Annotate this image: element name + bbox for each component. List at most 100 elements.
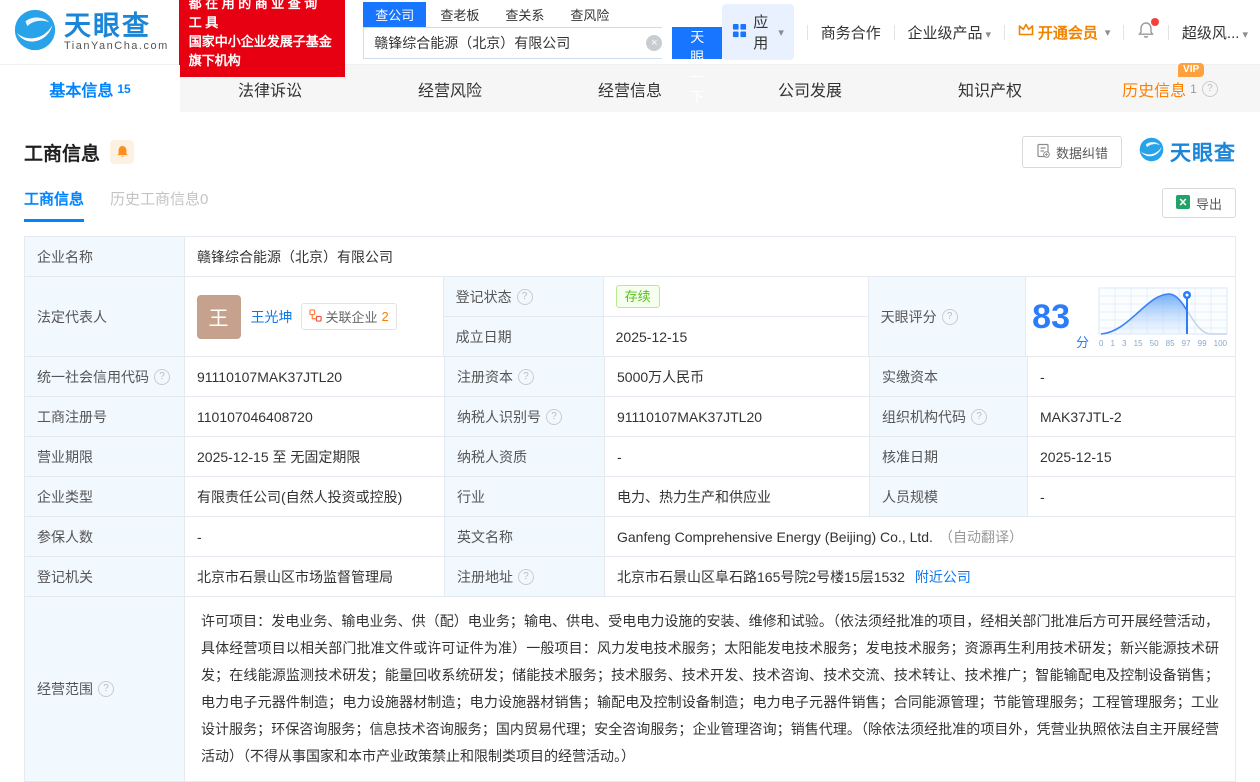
tab-label: 基本信息 [49, 77, 113, 101]
export-button[interactable]: 导出 [1162, 188, 1236, 218]
insured-count-value: - [185, 517, 445, 557]
data-correction-button[interactable]: 数据纠错 [1022, 136, 1122, 168]
nav-open-vip[interactable]: 开通会员 [1018, 22, 1111, 43]
help-icon[interactable] [518, 369, 534, 385]
divider [894, 25, 895, 40]
score-label-cell: 天眼评分 [869, 277, 1027, 357]
related-company-icon [309, 309, 322, 325]
legal-rep-name-link[interactable]: 王光坤 [251, 307, 293, 327]
nav-enterprise-products[interactable]: 企业级产品 [907, 22, 991, 43]
avatar[interactable]: 王 [197, 295, 241, 339]
table-row: 营业期限 2025-12-15 至 无固定期限 纳税人资质 - 核准日期 202… [25, 437, 1236, 477]
logo-domain: TianYanCha.com [64, 40, 169, 52]
legal-rep-cell: 王 王光坤 关联企业 2 [185, 277, 444, 357]
search-tab-company[interactable]: 查公司 [363, 2, 426, 27]
logo-title: 天眼查 [64, 12, 169, 40]
help-icon[interactable] [942, 309, 958, 325]
notification-dot [1151, 18, 1159, 26]
help-icon[interactable] [546, 409, 562, 425]
tab-label: 历史信息 [1122, 77, 1186, 101]
brand-title: 天眼查 [1170, 137, 1236, 167]
tab-operating-info[interactable]: 经营信息 [540, 65, 720, 112]
taxpayer-quality-value: - [605, 437, 870, 477]
org-code-label: 组织机构代码 [882, 407, 966, 427]
score-distribution-chart: 0 1 3 15 50 85 97 99 100 [1097, 286, 1229, 348]
tab-label: 公司发展 [778, 77, 842, 101]
english-name-value: Ganfeng Comprehensive Energy (Beijing) C… [617, 529, 933, 545]
tianyancha-logo[interactable]: 天眼查 TianYanCha.com [12, 7, 169, 58]
reg-status-label: 登记状态 [456, 287, 512, 307]
subtab-business-info[interactable]: 工商信息 [24, 188, 84, 222]
search-tab-risk[interactable]: 查风险 [558, 2, 621, 27]
help-icon[interactable] [1202, 81, 1218, 97]
help-icon[interactable] [98, 681, 114, 697]
nav-cooperation[interactable]: 商务合作 [821, 22, 881, 43]
help-icon[interactable] [518, 569, 534, 585]
status-badge: 存续 [616, 285, 660, 308]
related-label: 关联企业 [326, 307, 378, 326]
search-tab-boss[interactable]: 查老板 [428, 2, 491, 27]
auto-translate-note: （自动翻译） [939, 527, 1023, 547]
help-icon[interactable] [517, 289, 533, 305]
help-icon[interactable] [971, 409, 987, 425]
tab-label: 经营信息 [598, 77, 662, 101]
help-icon[interactable] [154, 369, 170, 385]
est-date-value: 2025-12-15 [604, 317, 869, 357]
table-row: 经营范围 许可项目：发电业务、输电业务、供（配）电业务；输电、供电、受电电力设施… [25, 597, 1236, 782]
paid-capital-value: - [1028, 357, 1236, 397]
excel-icon [1176, 195, 1190, 212]
score-label: 天眼评分 [881, 307, 937, 327]
tab-history-info[interactable]: 历史信息 VIP 1 [1080, 65, 1260, 112]
related-companies-badge[interactable]: 关联企业 2 [301, 303, 397, 330]
apps-menu[interactable]: 应用 [722, 4, 794, 60]
tab-intellectual-property[interactable]: 知识产权 [900, 65, 1080, 112]
score-value: 83 [1032, 300, 1070, 334]
search-tab-relation[interactable]: 查关系 [493, 2, 556, 27]
address-value: 北京市石景山区阜石路165号院2号楼15层1532 [617, 567, 905, 587]
search-button[interactable]: 天眼一下 [672, 27, 722, 59]
search-input[interactable] [364, 35, 646, 51]
subtab-history-business-info[interactable]: 历史工商信息0 [110, 188, 208, 222]
nav-super-risk[interactable]: 超级风... [1182, 22, 1248, 43]
paid-capital-label: 实缴资本 [870, 357, 1028, 397]
company-tabbar: 基本信息 15 法律诉讼 经营风险 经营信息 公司发展 知识产权 历史信息 VI… [0, 64, 1260, 112]
header-nav: 应用 商务合作 企业级产品 开通会员 超级风... [722, 4, 1248, 60]
staff-size-label: 人员规模 [870, 477, 1028, 517]
tab-legal-litigation[interactable]: 法律诉讼 [180, 65, 360, 112]
tab-basic-info[interactable]: 基本信息 15 [0, 65, 180, 112]
clear-icon[interactable]: × [646, 35, 662, 51]
insured-count-label: 参保人数 [25, 517, 185, 557]
search-module: 查公司 查老板 查关系 查风险 × 天眼一下 [363, 5, 722, 59]
vip-label: 开通会员 [1038, 22, 1098, 43]
nearby-companies-link[interactable]: 附近公司 [915, 567, 971, 587]
reg-number-value: 110107046408720 [185, 397, 445, 437]
apps-label: 应用 [753, 11, 769, 53]
data-correction-label: 数据纠错 [1056, 143, 1108, 162]
related-count: 2 [382, 309, 389, 324]
address-cell: 北京市石景山区阜石路165号院2号楼15层1532 附近公司 [605, 557, 1236, 597]
monitor-bell-button[interactable] [110, 140, 134, 164]
tab-operating-risk[interactable]: 经营风险 [360, 65, 540, 112]
brand-logo-icon [1138, 136, 1165, 168]
tab-count: 15 [117, 82, 130, 96]
score-unit: 分 [1076, 332, 1089, 356]
company-type-label: 企业类型 [25, 477, 185, 517]
score-cell[interactable]: 83 分 [1026, 277, 1236, 357]
table-row: 法定代表人 王 王光坤 关联企业 2 登记状态 [25, 277, 1236, 357]
top-header: 天眼查 TianYanCha.com 都在用的商业查询工具 国家中小企业发展子基… [0, 0, 1260, 64]
reg-capital-label: 注册资本 [457, 367, 513, 387]
correction-doc-icon [1036, 143, 1050, 161]
tab-company-development[interactable]: 公司发展 [720, 65, 900, 112]
biz-term-value: 2025-12-15 至 无固定期限 [185, 437, 445, 477]
export-label: 导出 [1196, 194, 1222, 213]
brand-watermark: 天眼查 [1138, 136, 1236, 168]
org-code-value: MAK37JTL-2 [1028, 397, 1236, 437]
company-name-label: 企业名称 [25, 237, 185, 277]
divider [807, 25, 808, 40]
reg-authority-label: 登记机关 [25, 557, 185, 597]
orange-bell-icon [116, 145, 129, 159]
reg-capital-value: 5000万人民币 [605, 357, 870, 397]
notifications-button[interactable] [1137, 21, 1155, 43]
tab-label: 法律诉讼 [238, 77, 302, 101]
est-date-label: 成立日期 [444, 317, 604, 357]
